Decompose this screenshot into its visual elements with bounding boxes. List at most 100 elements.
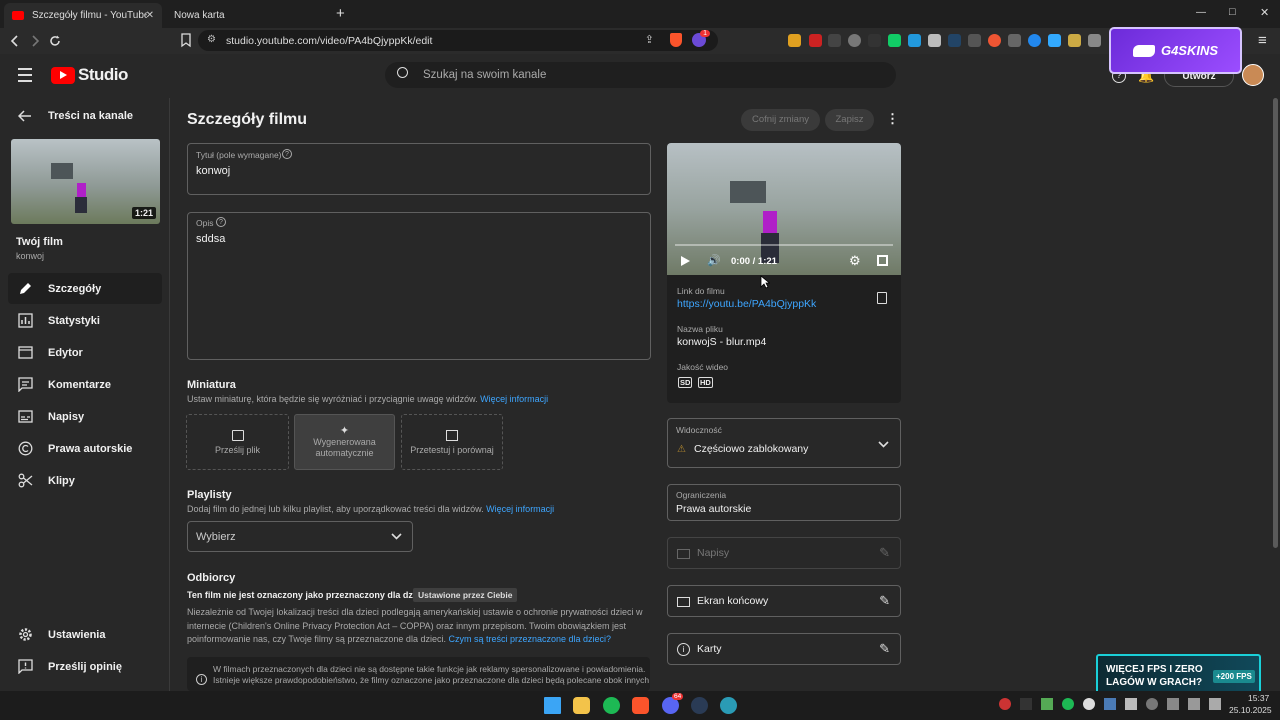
restrictions-field[interactable]: Ograniczenia Prawa autorskie	[667, 484, 901, 521]
tray-icon[interactable]	[1062, 698, 1074, 710]
tray-icon[interactable]	[1083, 698, 1095, 710]
steam-icon[interactable]	[691, 697, 708, 714]
help-icon[interactable]: ?	[216, 217, 226, 227]
back-to-content[interactable]: Treści na kanale	[18, 110, 133, 122]
video-player[interactable]: 🔊 0:00 / 1:21 ⚙	[667, 143, 901, 275]
extension-icon[interactable]	[1088, 34, 1101, 47]
extension-icon[interactable]	[928, 34, 941, 47]
progress-track[interactable]	[675, 244, 893, 246]
sidebar-item-feedback[interactable]: Prześlij opinię	[8, 651, 162, 682]
tray-icon[interactable]	[1125, 698, 1137, 710]
player-figure	[763, 211, 777, 233]
extension-icon[interactable]	[948, 34, 961, 47]
close-window-button[interactable]: ✕	[1260, 6, 1269, 19]
file-explorer-icon[interactable]	[573, 697, 590, 714]
tray-icon[interactable]	[999, 698, 1011, 710]
info-box: i W filmach przeznaczonych dla dzieci ni…	[187, 657, 650, 691]
extension-icon[interactable]	[1028, 34, 1041, 47]
end-screen-row[interactable]: Ekran końcowy ✎	[667, 585, 901, 617]
cards-row[interactable]: i Karty ✎	[667, 633, 901, 665]
sidebar-item-comments[interactable]: Komentarze	[8, 369, 162, 400]
tray-icon[interactable]	[1146, 698, 1158, 710]
more-options-icon[interactable]: ⋮	[886, 111, 899, 127]
sidebar-item-subtitles[interactable]: Napisy	[8, 401, 162, 432]
sidebar-item-clips[interactable]: Klipy	[8, 465, 162, 496]
scrollbar[interactable]	[1273, 98, 1278, 548]
brave-icon[interactable]	[632, 697, 649, 714]
new-tab-button[interactable]: +	[336, 5, 345, 22]
extension-icon[interactable]	[1068, 34, 1081, 47]
sidebar-item-editor[interactable]: Edytor	[8, 337, 162, 368]
help-icon[interactable]: ?	[282, 149, 292, 159]
tray-icon[interactable]	[1167, 698, 1179, 710]
tab-studio[interactable]: Szczegóły filmu - YouTube Studio ✕	[4, 3, 162, 28]
tray-icon[interactable]	[1188, 698, 1200, 710]
extension-icon[interactable]	[809, 34, 822, 47]
fullscreen-icon[interactable]	[877, 255, 888, 266]
tray-icon[interactable]	[1041, 698, 1053, 710]
extension-icon[interactable]	[868, 34, 881, 47]
kids-content-link[interactable]: Czym są treści przeznaczone dla dzieci?	[448, 634, 611, 644]
edit-pencil-icon[interactable]: ✎	[879, 641, 890, 657]
extension-icon[interactable]	[888, 34, 901, 47]
play-icon[interactable]	[681, 256, 690, 266]
subtitles-row[interactable]: Napisy ✎	[667, 537, 901, 569]
sidebar-item-settings[interactable]: Ustawienia	[8, 619, 162, 650]
g4skins-banner[interactable]: G4SKINS	[1109, 27, 1242, 74]
volume-icon[interactable]: 🔊	[707, 254, 721, 267]
edit-pencil-icon[interactable]: ✎	[879, 545, 890, 561]
maximize-button[interactable]: □	[1229, 6, 1236, 18]
hamburger-menu-icon[interactable]	[18, 68, 32, 82]
reload-icon[interactable]	[48, 34, 62, 48]
forward-icon[interactable]	[28, 34, 42, 48]
address-bar[interactable]: ⚙ studio.youtube.com/video/PA4bQjyppKk/e…	[198, 30, 718, 51]
extension-icon[interactable]	[788, 34, 801, 47]
browser-menu-icon[interactable]: ≡	[1258, 32, 1267, 49]
visibility-select[interactable]: Widoczność ⚠ Częściowo zablokowany	[667, 418, 901, 468]
share-icon[interactable]: ⇪	[645, 33, 654, 46]
title-field[interactable]: Tytuł (pole wymagane) ? konwoj	[187, 143, 651, 195]
sidebar-item-statistics[interactable]: Statystyki	[8, 305, 162, 336]
extension-icon[interactable]	[1048, 34, 1061, 47]
auto-thumbnail-option[interactable]: ✦ Wygenerowana automatycznie	[294, 414, 395, 470]
tab-new[interactable]: Nowa karta	[166, 3, 326, 28]
description-field[interactable]: Opis ? sddsa	[187, 212, 651, 360]
extension-icon[interactable]	[848, 34, 861, 47]
extension-icon[interactable]	[908, 34, 921, 47]
thumbnail-more-link[interactable]: Więcej informacji	[480, 394, 548, 404]
bookmark-icon[interactable]	[180, 33, 192, 48]
site-settings-icon[interactable]: ⚙	[207, 34, 216, 45]
tray-icon[interactable]	[1209, 698, 1221, 710]
extension-icon[interactable]	[1008, 34, 1021, 47]
audience-status: Ten film nie jest oznaczony jako przezna…	[187, 590, 428, 600]
windows-start-icon[interactable]	[544, 697, 561, 714]
tray-icon[interactable]	[1020, 698, 1032, 710]
settings-icon[interactable]: ⚙	[849, 253, 861, 269]
app-icon[interactable]	[720, 697, 737, 714]
studio-logo[interactable]: Studio	[51, 65, 128, 85]
avatar[interactable]	[1242, 64, 1264, 86]
save-button[interactable]: Zapisz	[825, 109, 874, 131]
sidebar-item-copyright[interactable]: Prawa autorskie	[8, 433, 162, 464]
search-input[interactable]: Szukaj na swoim kanale	[385, 62, 896, 88]
playlist-select[interactable]: Wybierz	[187, 521, 413, 552]
back-icon[interactable]	[8, 34, 22, 48]
copy-icon[interactable]	[877, 292, 887, 304]
player-figure	[77, 183, 86, 197]
video-link[interactable]: https://youtu.be/PA4bQjyppKk	[677, 298, 816, 310]
tray-icon[interactable]	[1104, 698, 1116, 710]
spotify-icon[interactable]	[603, 697, 620, 714]
extension-icon[interactable]	[828, 34, 841, 47]
extension-icon[interactable]	[988, 34, 1001, 47]
undo-changes-button[interactable]: Cofnij zmiany	[741, 109, 820, 131]
test-compare-button[interactable]: Przetestuj i porównaj	[401, 414, 503, 470]
playlists-more-link[interactable]: Więcej informacji	[486, 504, 554, 514]
upload-thumbnail-button[interactable]: Prześlij plik	[186, 414, 289, 470]
video-thumbnail[interactable]: 1:21	[11, 139, 160, 224]
brave-shield-icon[interactable]	[670, 33, 682, 47]
minimize-button[interactable]: —	[1196, 7, 1206, 18]
edit-pencil-icon[interactable]: ✎	[879, 593, 890, 609]
sidebar-item-details[interactable]: Szczegóły	[8, 273, 162, 304]
extension-icon[interactable]	[968, 34, 981, 47]
close-tab-icon[interactable]: ✕	[146, 10, 154, 21]
